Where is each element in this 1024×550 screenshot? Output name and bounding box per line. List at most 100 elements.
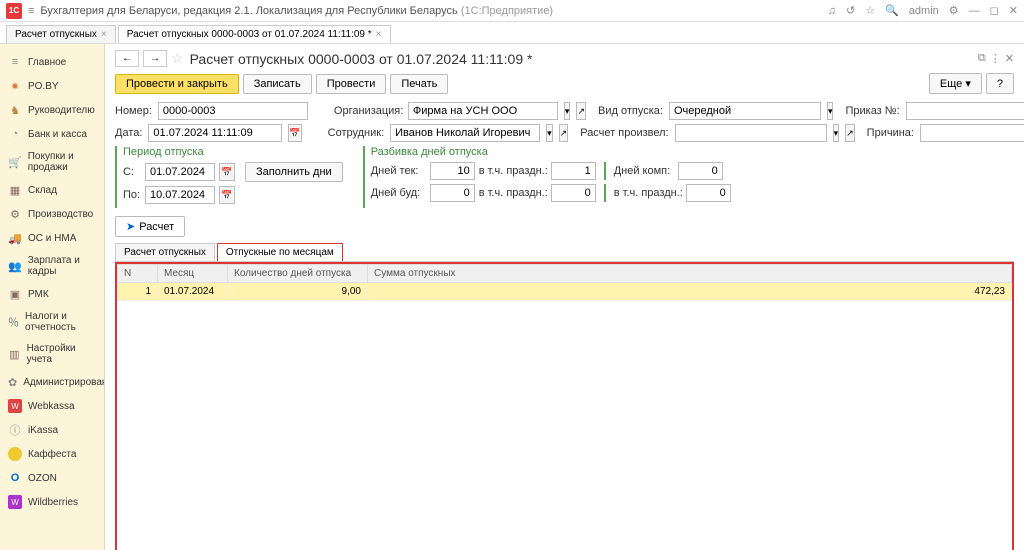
to-picker-icon[interactable]: 📅 <box>219 186 235 204</box>
empl-input[interactable] <box>390 124 540 142</box>
tab-close[interactable]: × <box>376 29 382 40</box>
sidebar-item-production[interactable]: ⚙Производство <box>0 202 104 226</box>
sidebar-item-rmk[interactable]: ▣РМК <box>0 282 104 306</box>
org-input[interactable] <box>408 102 558 120</box>
write-button[interactable]: Записать <box>243 74 312 94</box>
sidebar-item-manager[interactable]: ♞Руководителю <box>0 98 104 122</box>
date-input[interactable] <box>148 124 282 142</box>
menu-icon[interactable]: ≡ <box>28 5 34 17</box>
sidebar-item-poby[interactable]: ✷PO.BY <box>0 74 104 98</box>
empl-open-icon[interactable]: ↗ <box>559 124 569 142</box>
post-close-button[interactable]: Провести и закрыть <box>115 74 239 94</box>
days-fut-input[interactable] <box>430 184 475 202</box>
fill-days-button[interactable]: Заполнить дни <box>245 162 343 182</box>
days-comp-input[interactable] <box>678 162 723 180</box>
post-button[interactable]: Провести <box>316 74 387 94</box>
nav-back[interactable]: ← <box>115 50 139 67</box>
user-label[interactable]: admin <box>909 5 939 17</box>
favorite-icon[interactable]: ☆ <box>865 4 875 17</box>
sidebar-item-tax[interactable]: ％Налоги и отчетность <box>0 306 104 338</box>
sidebar-item-kaffesta[interactable]: Каффеста <box>0 442 104 466</box>
date-picker-icon[interactable]: 📅 <box>288 124 301 142</box>
col-n[interactable]: N <box>118 265 158 283</box>
sidebar-item-hr[interactable]: 👥Зарплата и кадры <box>0 250 104 282</box>
order-input[interactable] <box>906 102 1024 120</box>
favorite-star-icon[interactable]: ☆ <box>171 50 184 67</box>
empl-select-icon[interactable]: ▾ <box>546 124 553 142</box>
col-month[interactable]: Месяц <box>158 265 228 283</box>
kind-input[interactable] <box>669 102 821 120</box>
hol3-input[interactable] <box>686 184 731 202</box>
bell-icon[interactable]: ♫ <box>828 5 836 17</box>
search-icon[interactable]: 🔍 <box>885 4 899 17</box>
sidebar-item-home[interactable]: ≡Главное <box>0 50 104 74</box>
table-row[interactable]: 1 01.07.2024 9,00 472,23 <box>118 283 1012 301</box>
breakdown-title: Разбивка дней отпуска <box>371 146 731 158</box>
close-icon[interactable]: ✕ <box>1009 4 1018 17</box>
open-new-window-icon[interactable]: ⧉ <box>978 52 986 65</box>
form-row-2: Дата: 📅 Сотрудник: ▾ ↗ Расчет произвел: … <box>115 124 1014 142</box>
tab-document[interactable]: Расчет отпускных 0000-0003 от 01.07.2024… <box>118 25 391 43</box>
calc-by-select-icon[interactable]: ▾ <box>833 124 840 142</box>
number-input[interactable] <box>158 102 308 120</box>
calculate-button[interactable]: ➤ Расчет <box>115 216 185 237</box>
topbar-right: ♫ ↺ ☆ 🔍 admin ⚙ — ◻ ✕ <box>828 4 1018 17</box>
sidebar-item-wildberries[interactable]: WWildberries <box>0 490 104 514</box>
org-label: Организация: <box>334 105 402 117</box>
date-label: Дата: <box>115 127 142 139</box>
sidebar-item-ozon[interactable]: OOZON <box>0 466 104 490</box>
kebab-icon[interactable]: ⋮ <box>990 52 1001 65</box>
sidebar-item-settings[interactable]: ▥Настройки учета <box>0 338 104 370</box>
calc-by-input[interactable] <box>675 124 827 142</box>
help-button[interactable]: ? <box>986 73 1014 94</box>
nav-forward[interactable]: → <box>143 50 167 67</box>
days-fut-label: Дней буд: <box>371 187 426 199</box>
tabsbar: Расчет отпускных× Расчет отпускных 0000-… <box>0 22 1024 44</box>
subtab-calc[interactable]: Расчет отпускных <box>115 243 215 261</box>
minimize-icon[interactable]: — <box>969 5 980 17</box>
org-open-icon[interactable]: ↗ <box>576 102 586 120</box>
hol1-input[interactable] <box>551 162 596 180</box>
kind-label: Вид отпуска: <box>598 105 663 117</box>
period-title: Период отпуска <box>123 146 343 158</box>
from-picker-icon[interactable]: 📅 <box>219 163 235 181</box>
calc-by-open-icon[interactable]: ↗ <box>845 124 855 142</box>
months-table[interactable]: N Месяц Количество дней отпуска Сумма от… <box>117 264 1012 301</box>
settings-icon[interactable]: ⚙ <box>949 4 959 17</box>
subtab-by-month[interactable]: Отпускные по месяцам <box>217 243 343 261</box>
org-select-icon[interactable]: ▾ <box>564 102 571 120</box>
order-label: Приказ №: <box>845 105 899 117</box>
sidebar-item-admin[interactable]: ✿Администрирование <box>0 370 104 394</box>
from-label: С: <box>123 166 141 178</box>
sidebar-item-stock[interactable]: ▦Склад <box>0 178 104 202</box>
history-icon[interactable]: ↺ <box>846 4 855 17</box>
sidebar-item-bank[interactable]: ◔Банк и касса <box>0 122 104 146</box>
col-sum[interactable]: Сумма отпускных <box>368 265 1012 283</box>
logo-1c: 1C <box>6 3 22 19</box>
days-cur-input[interactable] <box>430 162 475 180</box>
tab-list[interactable]: Расчет отпускных× <box>6 25 116 43</box>
sidebar-item-ikassa[interactable]: ⓘiKassa <box>0 418 104 442</box>
sidebar-item-assets[interactable]: 🚚ОС и НМА <box>0 226 104 250</box>
print-button[interactable]: Печать <box>390 74 448 94</box>
sidebar: ≡Главное ✷PO.BY ♞Руководителю ◔Банк и ка… <box>0 44 105 550</box>
close-doc-icon[interactable]: ✕ <box>1005 52 1014 65</box>
arrow-right-icon: ➤ <box>126 220 135 233</box>
hol2-input[interactable] <box>551 184 596 202</box>
days-comp-label: Дней комп: <box>614 165 674 177</box>
hol1-label: в т.ч. праздн.: <box>479 165 547 177</box>
tab-close[interactable]: × <box>101 29 107 40</box>
window-icon[interactable]: ◻ <box>990 4 999 17</box>
reason-input[interactable] <box>920 124 1024 142</box>
empl-label: Сотрудник: <box>328 127 385 139</box>
reason-label: Причина: <box>867 127 914 139</box>
from-input[interactable] <box>145 163 215 181</box>
more-button[interactable]: Еще ▾ <box>929 73 982 94</box>
breakdown-block: Разбивка дней отпуска Дней тек: в т.ч. п… <box>363 146 731 208</box>
col-qty[interactable]: Количество дней отпуска <box>228 265 368 283</box>
sidebar-item-webkassa[interactable]: WWebkassa <box>0 394 104 418</box>
to-input[interactable] <box>145 186 215 204</box>
kind-select-icon[interactable]: ▾ <box>827 102 834 120</box>
sidebar-item-trade[interactable]: 🛒Покупки и продажи <box>0 146 104 178</box>
content: ← → ☆ Расчет отпускных 0000-0003 от 01.0… <box>105 44 1024 550</box>
